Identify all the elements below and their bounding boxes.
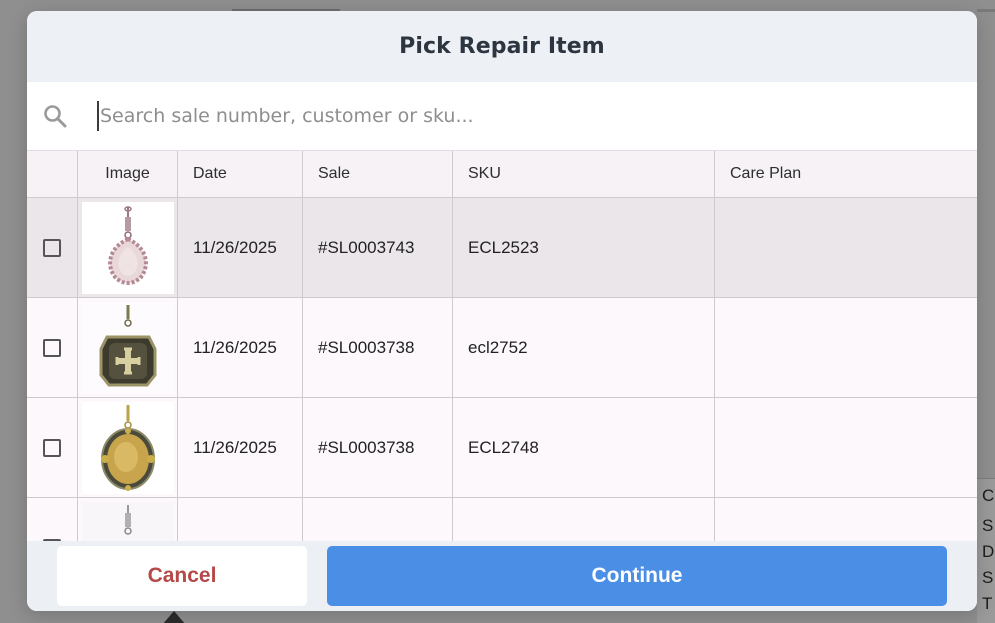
cancel-button[interactable]: Cancel (57, 546, 307, 606)
background-letter: D (982, 542, 995, 561)
background-letter: S (982, 516, 994, 535)
date-cell: 11/26/2025 (178, 398, 303, 497)
sku-cell: ecl2752 (453, 298, 715, 397)
table-header-row: Image Date Sale SKU Care Plan (27, 151, 977, 198)
continue-button[interactable]: Continue (327, 546, 947, 606)
search-icon (41, 102, 69, 130)
table-row[interactable]: 11/26/2025 #SL0003743 ECL2523 (27, 198, 977, 298)
image-cell (78, 398, 178, 497)
background-side-panel: C S D S T (977, 478, 995, 623)
background-header-strip (977, 9, 995, 12)
tag-icon (162, 611, 186, 623)
background-letter: T (982, 594, 993, 613)
pick-repair-item-modal: Pick Repair Item Image Date Sale SKU Car… (27, 11, 977, 611)
row-checkbox-cell (27, 298, 78, 397)
sale-cell: #SL0003738 (303, 298, 453, 397)
care-plan-cell (715, 398, 977, 497)
care-plan-cell (715, 198, 977, 297)
product-thumbnail (81, 401, 174, 494)
row-checkbox[interactable] (43, 338, 61, 357)
row-checkbox-cell (27, 198, 78, 297)
background-letter: S (982, 568, 994, 587)
search-input[interactable] (100, 105, 977, 127)
product-thumbnail (81, 301, 174, 394)
product-thumbnail (81, 201, 174, 294)
table-row[interactable]: 11/26/2025 #SL0003738 ecl2752 (27, 298, 977, 398)
column-header-sku: SKU (453, 151, 715, 197)
image-cell (78, 198, 178, 297)
repair-items-table: Image Date Sale SKU Care Plan 11/26/2025… (27, 151, 977, 598)
text-caret (97, 101, 99, 131)
column-header-select (27, 151, 78, 197)
background-letter: C (982, 486, 995, 505)
row-checkbox[interactable] (43, 238, 61, 257)
column-header-sale: Sale (303, 151, 453, 197)
modal-footer: Cancel Continue (27, 541, 977, 611)
sale-cell: #SL0003743 (303, 198, 453, 297)
table-row[interactable]: 11/26/2025 #SL0003738 ECL2748 (27, 398, 977, 498)
row-checkbox[interactable] (43, 438, 61, 457)
column-header-date: Date (178, 151, 303, 197)
sku-cell: ECL2523 (453, 198, 715, 297)
image-cell (78, 298, 178, 397)
modal-title: Pick Repair Item (27, 11, 977, 82)
care-plan-cell (715, 298, 977, 397)
row-checkbox-cell (27, 398, 78, 497)
sku-cell: ECL2748 (453, 398, 715, 497)
search-bar (27, 82, 977, 151)
search-field[interactable] (97, 96, 977, 136)
date-cell: 11/26/2025 (178, 198, 303, 297)
date-cell: 11/26/2025 (178, 298, 303, 397)
column-header-image: Image (78, 151, 178, 197)
column-header-care-plan: Care Plan (730, 165, 802, 182)
sale-cell: #SL0003738 (303, 398, 453, 497)
